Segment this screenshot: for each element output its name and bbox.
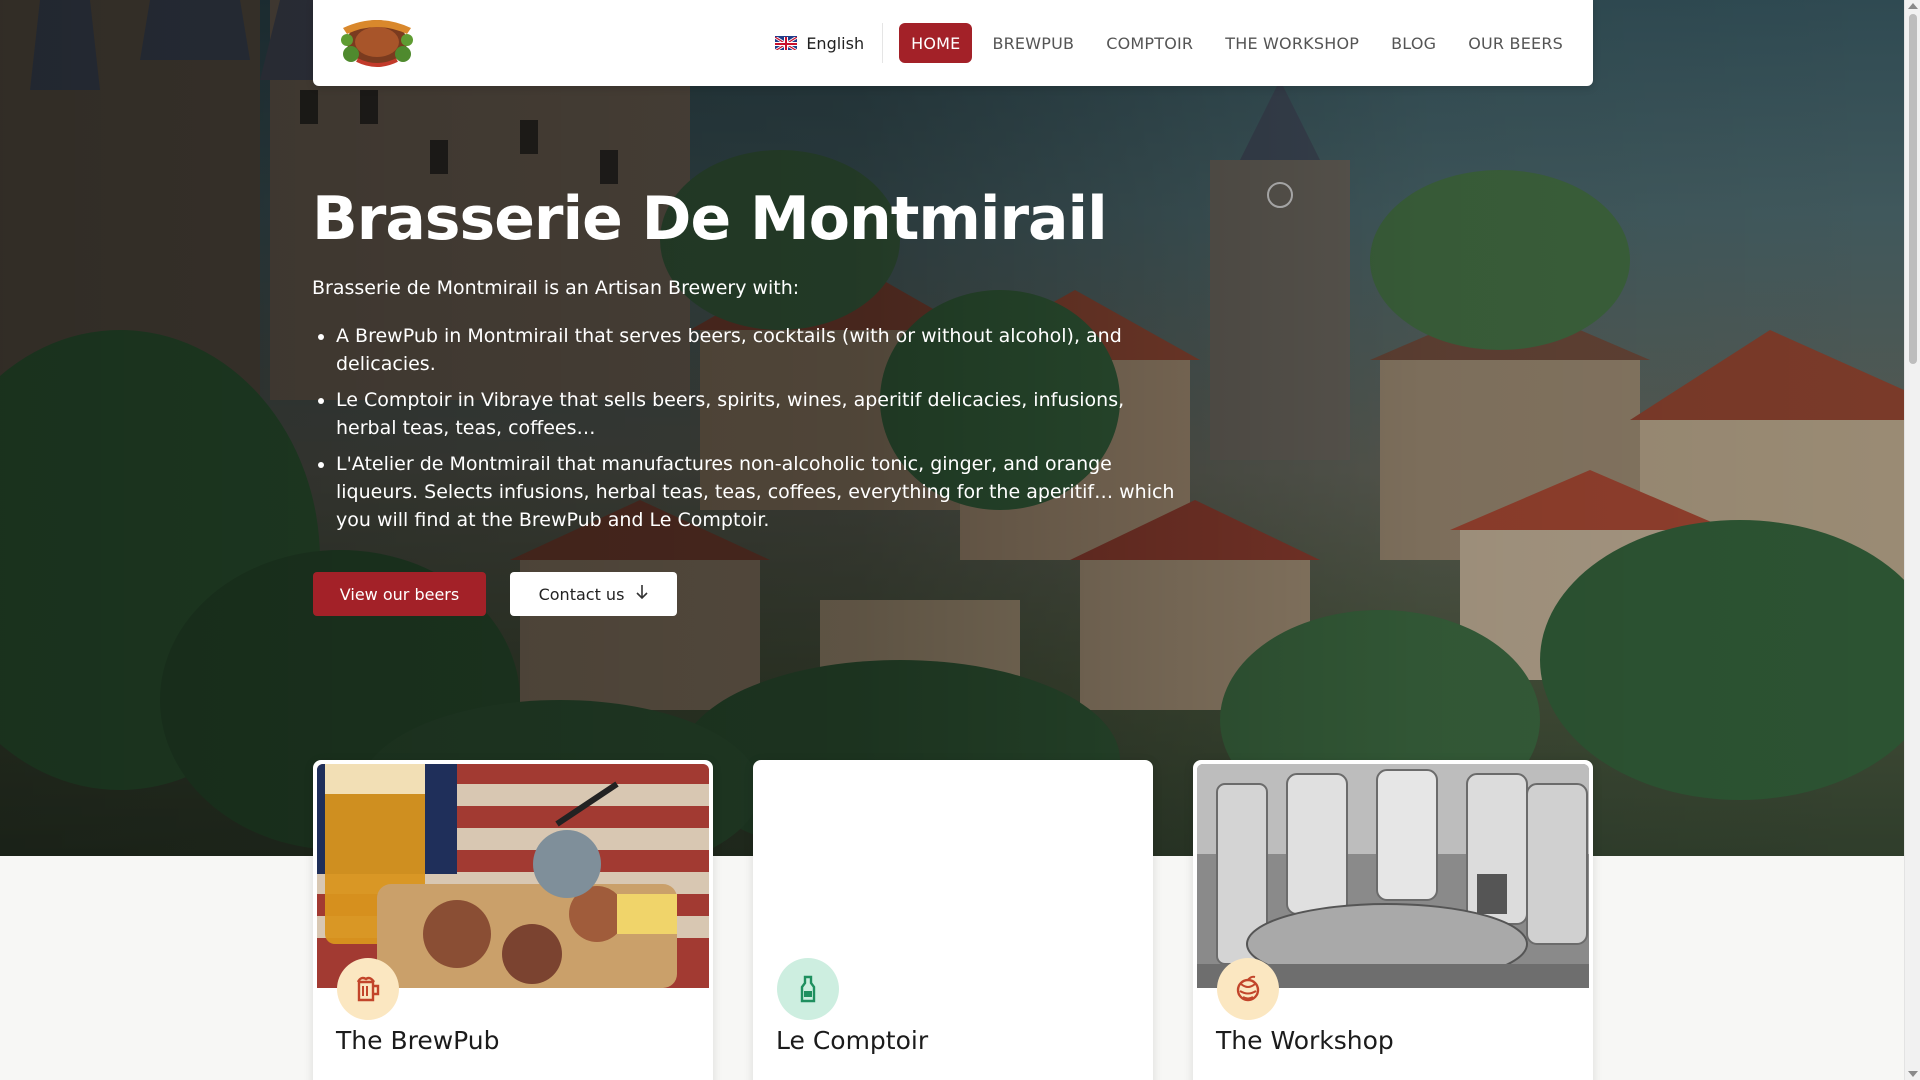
hero-feature-list: A BrewPub in Montmirail that serves beer… (312, 322, 1182, 542)
list-item: Le Comptoir in Vibraye that sells beers,… (312, 386, 1182, 442)
hops-icon (1217, 958, 1279, 1020)
scroll-thumb[interactable] (1909, 14, 1917, 364)
nav-brewpub[interactable]: BREWPUB (980, 23, 1086, 63)
workshop-card-title: The Workshop (1216, 1026, 1394, 1055)
beer-mug-icon (337, 958, 399, 1020)
language-selector[interactable]: English (765, 23, 884, 63)
language-label: English (806, 33, 865, 53)
nav-our-beers[interactable]: OUR BEERS (1456, 23, 1575, 63)
list-item: A BrewPub in Montmirail that serves beer… (312, 322, 1182, 378)
scroll-down-icon[interactable] (1908, 1071, 1918, 1077)
arrow-down-icon (636, 584, 648, 604)
view-beers-button[interactable]: View our beers (313, 572, 486, 616)
hero-intro: Brasserie de Montmirail is an Artisan Br… (312, 277, 800, 299)
comptoir-link[interactable]: Le Comptoir (336, 386, 452, 414)
brewpub-image (317, 764, 709, 988)
atelier-link[interactable]: L'Atelier (336, 450, 414, 478)
brewpub-card-title: The BrewPub (336, 1026, 500, 1055)
comptoir-card-title: Le Comptoir (776, 1026, 929, 1055)
page-scrollbar[interactable] (1904, 0, 1920, 1080)
contact-us-button[interactable]: Contact us (510, 572, 677, 616)
scroll-up-icon[interactable] (1908, 3, 1918, 9)
nav-comptoir[interactable]: COMPTOIR (1094, 23, 1205, 63)
brewery-logo[interactable] (339, 10, 415, 70)
nav-workshop[interactable]: THE WORKSHOP (1213, 23, 1371, 63)
uk-flag-icon (775, 36, 798, 50)
nav-blog[interactable]: BLOG (1379, 23, 1448, 63)
navbar: English HOME BREWPUB COMPTOIR THE WORKSH… (313, 0, 1593, 86)
nav-home[interactable]: HOME (899, 23, 973, 63)
brewpub-link[interactable]: A BrewPub (336, 322, 438, 350)
bottle-icon (777, 958, 839, 1020)
main-navigation: English HOME BREWPUB COMPTOIR THE WORKSH… (765, 23, 1575, 63)
workshop-image (1197, 764, 1589, 988)
page-title: Brasserie De Montmirail (312, 184, 1108, 254)
list-item: L'Atelier de Montmirail that manufacture… (312, 450, 1182, 534)
